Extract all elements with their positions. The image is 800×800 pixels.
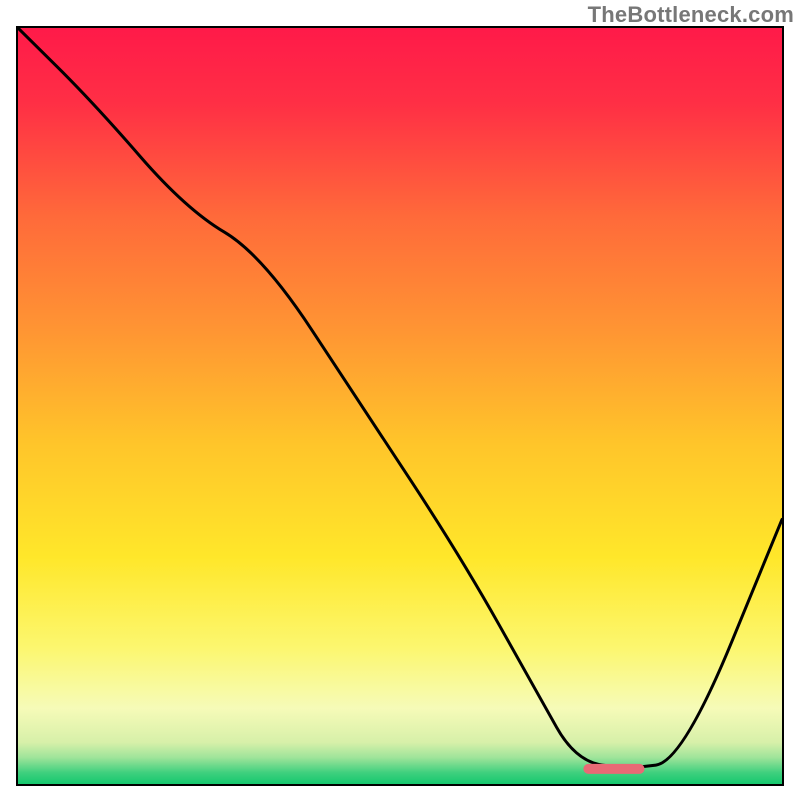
- plot-area: [16, 26, 784, 786]
- optimal-range-marker: [583, 764, 644, 774]
- chart-svg: [18, 28, 782, 784]
- chart-stage: TheBottleneck.com: [0, 0, 800, 800]
- gradient-backdrop: [18, 28, 782, 784]
- watermark-text: TheBottleneck.com: [588, 2, 794, 28]
